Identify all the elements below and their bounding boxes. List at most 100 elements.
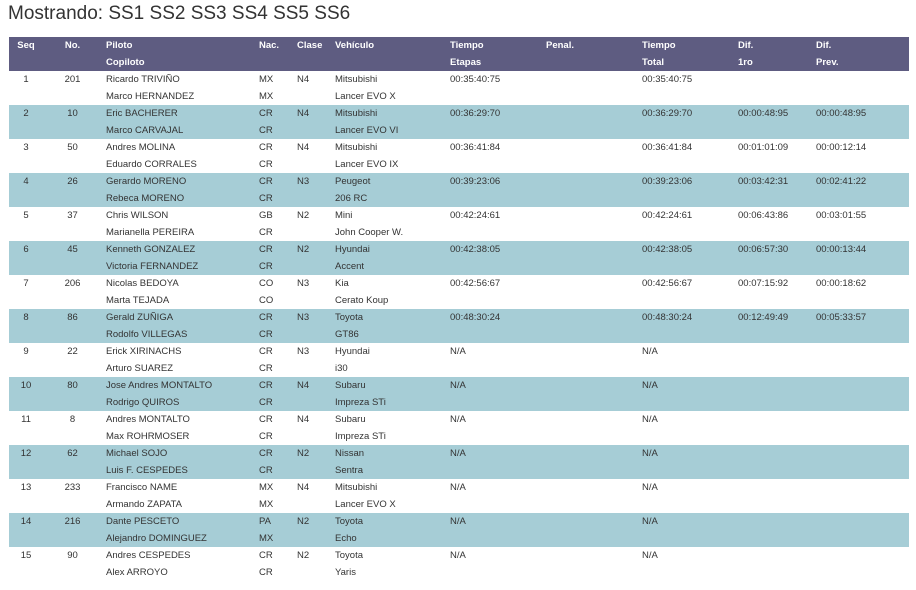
nac-copiloto-cell: CR bbox=[259, 567, 273, 578]
dif-prev-cell bbox=[812, 513, 909, 530]
car-number-cell: 22 bbox=[67, 346, 78, 357]
dif-1ro-cell bbox=[734, 513, 812, 530]
dif-1ro-cell: 00:00:48:95 bbox=[734, 105, 812, 122]
table-row-continuation: Marco HERNANDEZ MX Lancer EVO X bbox=[9, 88, 909, 105]
dif-1ro-cell bbox=[734, 411, 812, 428]
table-row: 4 26 Gerardo MORENO CR N3 Peugeot 00:39:23:06 0… bbox=[9, 173, 909, 190]
clase-cell: N3 bbox=[297, 278, 310, 289]
seq-cell: 15 bbox=[20, 550, 32, 561]
header-piloto[interactable]: Piloto bbox=[102, 37, 255, 54]
car-number-cell: 201 bbox=[64, 74, 81, 85]
clase-cell: N4 bbox=[297, 74, 310, 85]
header-tiempo-total[interactable]: Tiempo bbox=[638, 37, 734, 54]
dif-prev-cell: 00:00:18:62 bbox=[816, 278, 867, 289]
tiempo-total-cell: N/A bbox=[642, 482, 658, 493]
penal-cell bbox=[542, 105, 638, 122]
tiempo-total-cell: 00:48:30:24 bbox=[638, 309, 734, 326]
table-row: 14 216 Dante PESCETO PA N2 Toyota N/A N/A bbox=[9, 513, 909, 530]
clase-cell: N3 bbox=[297, 346, 310, 357]
penal-cell bbox=[542, 309, 638, 326]
seq-cell: 3 bbox=[23, 142, 29, 153]
tiempo-total-cell: N/A bbox=[638, 513, 734, 530]
nac-copiloto-cell: CR bbox=[255, 326, 293, 343]
tiempo-etapas-cell: N/A bbox=[446, 445, 542, 462]
header-penal[interactable]: Penal. bbox=[542, 37, 638, 54]
header-vehiculo[interactable]: Vehículo bbox=[331, 37, 446, 54]
table-row-continuation: Armando ZAPATA MX Lancer EVO X bbox=[9, 496, 909, 513]
nac-piloto-cell: GB bbox=[259, 210, 273, 221]
seq-cell: 9 bbox=[23, 346, 29, 357]
piloto-cell: Erick XIRINACHS bbox=[106, 346, 182, 357]
dif-1ro-cell: 00:12:49:49 bbox=[734, 309, 812, 326]
table-row: 6 45 Kenneth GONZALEZ CR N2 Hyundai 00:42:38:0… bbox=[9, 241, 909, 258]
copiloto-cell: Rodrigo QUIROS bbox=[102, 394, 255, 411]
vehiculo-modelo-cell: i30 bbox=[335, 363, 348, 374]
vehiculo-marca-cell: Peugeot bbox=[331, 173, 446, 190]
header-clase[interactable]: Clase bbox=[293, 37, 331, 54]
copiloto-cell: Alex ARROYO bbox=[106, 567, 168, 578]
dif-prev-cell bbox=[812, 479, 909, 496]
penal-cell bbox=[542, 377, 638, 394]
dif-prev-cell bbox=[812, 445, 909, 462]
piloto-cell: Nicolas BEDOYA bbox=[106, 278, 179, 289]
table-row-continuation: Victoria FERNANDEZ CR Accent bbox=[9, 258, 909, 275]
table-row: 5 37 Chris WILSON GB N2 Mini 00:42:24:61 00:42:… bbox=[9, 207, 909, 224]
nac-copiloto-cell: MX bbox=[259, 91, 274, 102]
header-seq[interactable]: Seq bbox=[9, 37, 43, 54]
vehiculo-marca-cell: Toyota bbox=[335, 550, 363, 561]
clase-cell: N2 bbox=[293, 513, 331, 530]
header-dif-1ro[interactable]: Dif. bbox=[734, 37, 812, 54]
copiloto-cell: Arturo SUAREZ bbox=[106, 363, 174, 374]
tiempo-total-cell: N/A bbox=[642, 550, 658, 561]
header-dif-prev[interactable]: Dif. bbox=[812, 37, 909, 54]
header-tiempo-etapas[interactable]: Tiempo bbox=[446, 37, 542, 54]
table-row: 2 10 Eric BACHERER CR N4 Mitsubishi 00:36:29:7… bbox=[9, 105, 909, 122]
clase-cell: N2 bbox=[297, 550, 310, 561]
tiempo-etapas-cell: 00:48:30:24 bbox=[446, 309, 542, 326]
table-row: 3 50 Andres MOLINA CR N4 Mitsubishi 00:36:41:8… bbox=[9, 139, 909, 156]
piloto-cell: Chris WILSON bbox=[106, 210, 169, 221]
vehiculo-modelo-cell: Echo bbox=[331, 530, 446, 547]
tiempo-etapas-cell: 00:36:41:84 bbox=[450, 142, 501, 153]
seq-cell: 11 bbox=[21, 414, 31, 425]
tiempo-total-cell: 00:36:41:84 bbox=[642, 142, 693, 153]
table-row: 1 201 Ricardo TRIVIÑO MX N4 Mitsubishi 00:35:4… bbox=[9, 71, 909, 88]
dif-prev-cell: 00:00:13:44 bbox=[812, 241, 909, 258]
seq-cell: 8 bbox=[9, 309, 43, 326]
tiempo-etapas-cell: N/A bbox=[450, 482, 466, 493]
header-no[interactable]: No. bbox=[43, 37, 102, 54]
copiloto-cell: Rebeca MORENO bbox=[102, 190, 255, 207]
tiempo-total-cell: 00:42:24:61 bbox=[642, 210, 693, 221]
vehiculo-marca-cell: Mitsubishi bbox=[335, 142, 378, 153]
penal-cell bbox=[542, 207, 638, 224]
seq-cell: 6 bbox=[9, 241, 43, 258]
clase-cell: N4 bbox=[293, 377, 331, 394]
nac-piloto-cell: CR bbox=[259, 550, 273, 561]
header-copiloto[interactable]: Copiloto bbox=[102, 54, 255, 71]
header-total: Total bbox=[638, 54, 734, 71]
car-number-cell: 45 bbox=[43, 241, 102, 258]
tiempo-etapas-cell: 00:42:24:61 bbox=[450, 210, 501, 221]
tiempo-total-cell: N/A bbox=[642, 414, 658, 425]
tiempo-etapas-cell: N/A bbox=[450, 550, 466, 561]
tiempo-total-cell: 00:35:40:75 bbox=[642, 74, 693, 85]
copiloto-cell: Eduardo CORRALES bbox=[106, 159, 197, 170]
results-table: Seq No. Piloto Nac. Clase Vehículo Tiemp… bbox=[9, 37, 909, 581]
vehiculo-marca-cell: Hyundai bbox=[335, 346, 370, 357]
vehiculo-marca-cell: Toyota bbox=[331, 309, 446, 326]
copiloto-cell: Victoria FERNANDEZ bbox=[102, 258, 255, 275]
car-number-cell: 86 bbox=[43, 309, 102, 326]
nac-piloto-cell: CR bbox=[255, 173, 293, 190]
car-number-cell: 206 bbox=[64, 278, 81, 289]
table-row: 13 233 Francisco NAME MX N4 Mitsubishi N/A N/A bbox=[9, 479, 909, 496]
vehiculo-modelo-cell: 206 RC bbox=[331, 190, 446, 207]
nac-piloto-cell: CR bbox=[259, 414, 273, 425]
header-nac[interactable]: Nac. bbox=[255, 37, 293, 54]
seq-cell: 7 bbox=[23, 278, 29, 289]
seq-cell: 14 bbox=[9, 513, 43, 530]
tiempo-etapas-cell: N/A bbox=[446, 377, 542, 394]
seq-cell: 2 bbox=[9, 105, 43, 122]
vehiculo-marca-cell: Kia bbox=[335, 278, 349, 289]
piloto-cell: Dante PESCETO bbox=[102, 513, 255, 530]
vehiculo-modelo-cell: Lancer EVO IX bbox=[335, 159, 399, 170]
